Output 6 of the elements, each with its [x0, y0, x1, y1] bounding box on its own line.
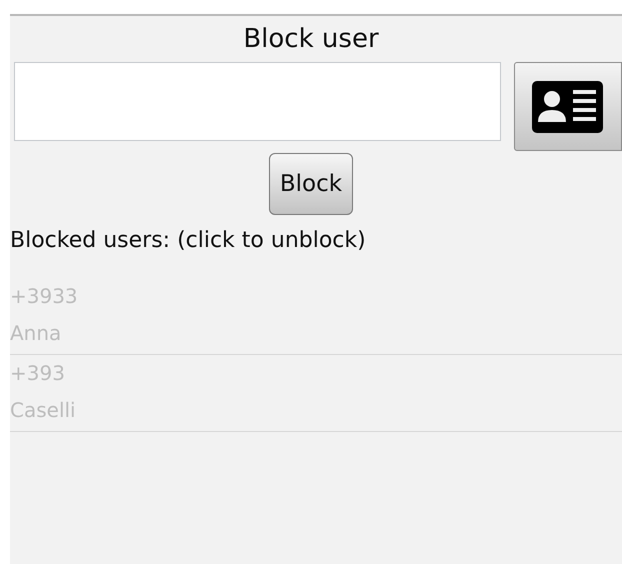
contact-card-icon	[532, 80, 603, 132]
screen-title: Block user	[243, 23, 379, 56]
block-button[interactable]: Block	[268, 153, 354, 215]
blocked-users-label: Blocked users: (click to unblock)	[10, 227, 367, 255]
user-input-field[interactable]	[14, 62, 501, 141]
contacts-button[interactable]	[514, 62, 622, 151]
